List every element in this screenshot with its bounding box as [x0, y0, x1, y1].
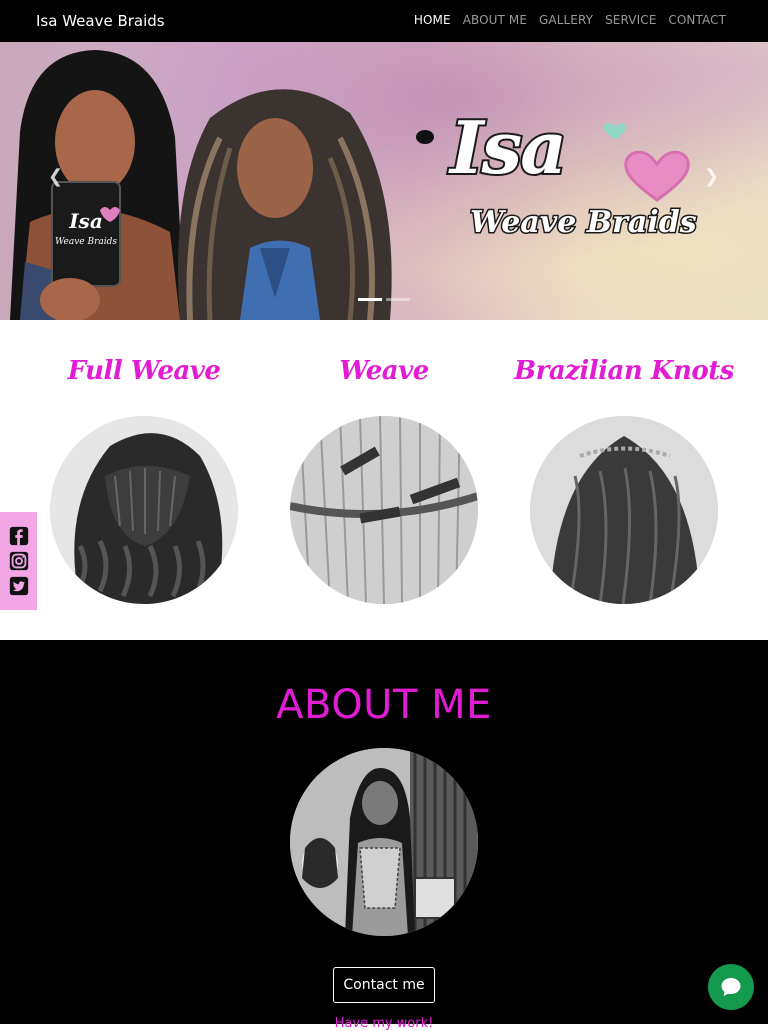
contact-me-button[interactable]: Contact me	[333, 967, 435, 1003]
hero-photo-woman-curls	[178, 89, 392, 320]
svg-text:Isa: Isa	[68, 209, 103, 233]
small-heart-icon	[603, 123, 627, 140]
facebook-icon[interactable]	[8, 525, 30, 547]
chat-bubble-icon	[721, 978, 741, 996]
svg-text:Weave Braids: Weave Braids	[55, 237, 117, 247]
nav-link-gallery[interactable]: GALLERY	[539, 13, 593, 27]
carousel-indicators	[358, 298, 410, 301]
carousel-indicator[interactable]	[386, 298, 410, 301]
service-image-full-weave	[50, 416, 238, 604]
services-section: Full Weave Weave Brazilian Knots	[0, 320, 768, 640]
service-title: Full Weave	[67, 356, 221, 386]
logo-title: Isa	[448, 105, 569, 190]
service-title: Brazilian Knots	[514, 356, 734, 386]
hero-carousel: Isa Weave Braids Isa Weave Braids ❮ ❯	[0, 42, 768, 320]
carousel-indicator[interactable]	[358, 298, 382, 301]
instagram-icon[interactable]	[8, 550, 30, 572]
carousel-next-button[interactable]: ❯	[704, 166, 719, 187]
hero-photo-woman-phone: Isa Weave Braids	[10, 50, 185, 320]
brand-link[interactable]: Isa Weave Braids	[36, 12, 165, 30]
twitter-icon[interactable]	[8, 575, 30, 597]
nav-link-service[interactable]: SERVICE	[605, 13, 656, 27]
social-sidebar	[0, 512, 37, 610]
chat-widget-button[interactable]	[708, 964, 754, 1010]
service-image-weave	[290, 416, 478, 604]
service-title: Weave	[339, 356, 429, 386]
navbar: Isa Weave Braids HOME ABOUT ME GALLERY S…	[0, 0, 768, 42]
service-card-brazilian-knots: Brazilian Knots	[504, 320, 744, 604]
nav-links: HOME ABOUT ME GALLERY SERVICE CONTACT	[414, 13, 726, 27]
logo-subtitle: Weave Braids	[469, 205, 699, 240]
service-image-brazilian-knots	[530, 416, 718, 604]
about-title: ABOUT ME	[276, 682, 492, 728]
hero-logo: Isa Weave Braids	[412, 105, 702, 262]
about-section: ABOUT ME Contact me Have my work!	[0, 640, 768, 1031]
carousel-prev-button[interactable]: ❮	[48, 166, 63, 187]
nav-link-about-me[interactable]: ABOUT ME	[463, 13, 527, 27]
nav-link-contact[interactable]: CONTACT	[668, 13, 726, 27]
service-card-weave: Weave	[264, 320, 504, 604]
heart-icon	[624, 150, 690, 202]
logo-dot	[416, 130, 434, 144]
nav-link-home[interactable]: HOME	[414, 13, 451, 27]
about-portrait	[290, 748, 478, 936]
service-card-full-weave: Full Weave	[24, 320, 264, 604]
